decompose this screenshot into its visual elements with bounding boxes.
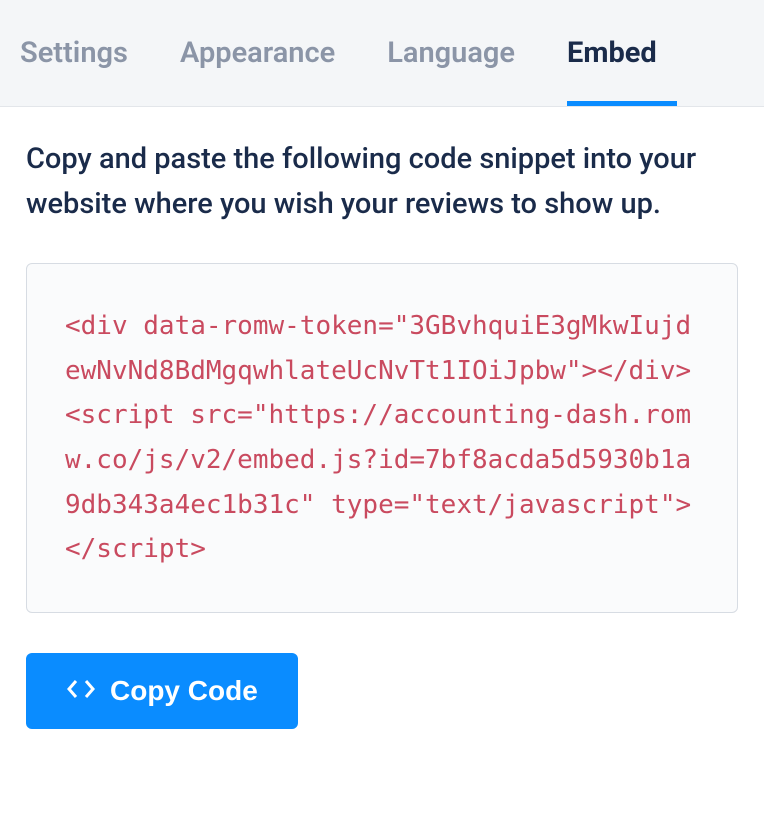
code-snippet-box[interactable]: <div data-romw-token="3GBvhquiE3gMkwIujd…	[26, 263, 738, 613]
code-snippet-text: <div data-romw-token="3GBvhquiE3gMkwIujd…	[65, 304, 699, 572]
copy-code-button[interactable]: Copy Code	[26, 653, 298, 729]
tab-appearance[interactable]: Appearance	[180, 0, 335, 106]
tab-embed[interactable]: Embed	[567, 0, 657, 106]
embed-content: Copy and paste the following code snippe…	[0, 107, 764, 729]
code-icon	[66, 675, 96, 707]
instruction-text: Copy and paste the following code snippe…	[26, 137, 738, 227]
tab-settings[interactable]: Settings	[20, 0, 128, 106]
copy-code-label: Copy Code	[110, 675, 258, 707]
tab-bar: Settings Appearance Language Embed	[0, 0, 764, 107]
tab-language[interactable]: Language	[387, 0, 515, 106]
